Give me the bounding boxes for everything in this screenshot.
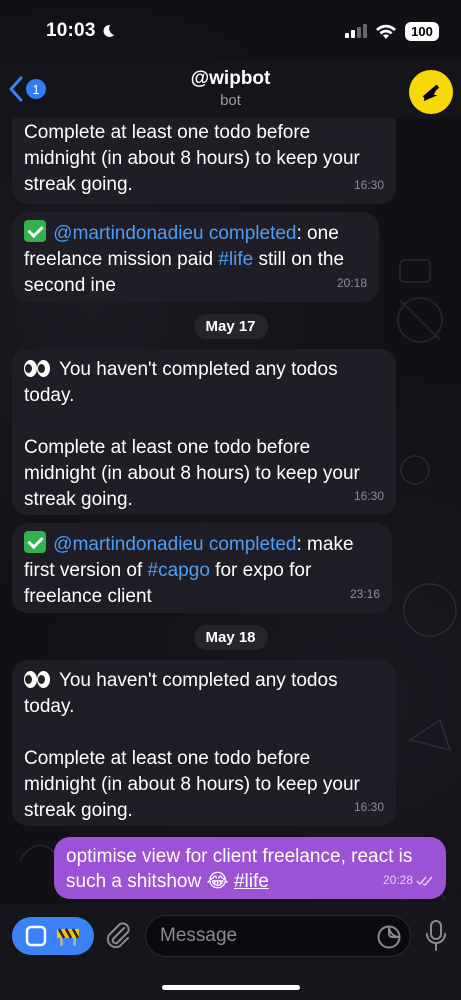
cellular-signal-icon bbox=[345, 24, 367, 38]
message-time: 23:16 bbox=[349, 587, 380, 601]
paperclip-icon[interactable] bbox=[104, 920, 132, 950]
check-mark-icon bbox=[24, 220, 46, 242]
user-mention-link[interactable]: @martindonadieu bbox=[53, 534, 203, 555]
moon-icon bbox=[103, 24, 114, 37]
battery-icon: 100 bbox=[405, 21, 439, 41]
lightning-logo-icon bbox=[422, 84, 440, 101]
chat-title-area[interactable]: @wipbot bot bbox=[0, 68, 461, 109]
chat-title: @wipbot bbox=[190, 68, 271, 89]
sticker-icon[interactable] bbox=[376, 924, 402, 950]
message-bubble[interactable]: Complete at least one todo before midnig… bbox=[12, 108, 396, 204]
message-text: You haven't completed any todos today. bbox=[24, 357, 382, 409]
message-time: 16:30 bbox=[353, 800, 384, 814]
user-mention-link[interactable]: @martindonadieu bbox=[53, 223, 203, 244]
date-separator: May 18 bbox=[193, 625, 268, 650]
message-input[interactable] bbox=[145, 915, 411, 957]
bot-avatar[interactable] bbox=[409, 70, 453, 114]
message-status: 20:28 bbox=[383, 868, 434, 893]
message-time: 16:30 bbox=[353, 489, 384, 503]
message-bubble[interactable]: @martindonadieu completed: one freelance… bbox=[12, 212, 379, 302]
status-icons: 100 bbox=[345, 21, 439, 41]
check-mark-icon bbox=[24, 531, 46, 553]
action-label: completed bbox=[208, 534, 297, 555]
eyes-emoji-icon bbox=[24, 357, 50, 383]
double-check-icon bbox=[416, 876, 433, 886]
message-bubble[interactable]: @martindonadieu completed: make first ve… bbox=[12, 523, 392, 613]
message-line: You haven't completed any todos today. bbox=[24, 359, 338, 406]
outgoing-message-bubble[interactable]: optimise view for client freelance, reac… bbox=[54, 837, 446, 899]
message-text: @martindonadieu completed: make first ve… bbox=[24, 531, 378, 610]
message-time: 20:28 bbox=[382, 873, 413, 887]
microphone-icon[interactable] bbox=[425, 920, 447, 952]
construction-barrier-icon bbox=[57, 928, 80, 946]
chat-header: 1 @wipbot bot bbox=[0, 62, 461, 118]
message-bubble[interactable]: You haven't completed any todos today. C… bbox=[12, 349, 396, 515]
hashtag-link[interactable]: #life bbox=[234, 871, 269, 892]
action-label: completed bbox=[208, 223, 297, 244]
date-separator: May 17 bbox=[193, 314, 268, 339]
hashtag-link[interactable]: #life bbox=[218, 249, 253, 270]
message-line: Complete at least one todo before midnig… bbox=[24, 748, 360, 821]
message-time: 16:30 bbox=[353, 178, 384, 192]
home-indicator[interactable] bbox=[162, 985, 300, 990]
message-line: You haven't completed any todos today. bbox=[24, 670, 338, 717]
status-bar: 10:03 100 bbox=[0, 0, 461, 62]
eyes-emoji-icon bbox=[24, 668, 50, 694]
clock: 10:03 bbox=[46, 20, 116, 42]
message-line: Complete at least one todo before midnig… bbox=[24, 437, 360, 510]
square-icon bbox=[25, 925, 47, 947]
hashtag-link[interactable]: #capgo bbox=[148, 560, 210, 581]
chat-subtitle: bot bbox=[220, 92, 241, 109]
message-bubble[interactable]: You haven't completed any todos today. C… bbox=[12, 660, 396, 826]
wifi-icon bbox=[376, 24, 396, 39]
time-label: 10:03 bbox=[46, 20, 96, 41]
message-text: Complete at least one todo before midnig… bbox=[24, 122, 360, 195]
message-text: You haven't completed any todos today. bbox=[24, 668, 382, 720]
message-time: 20:18 bbox=[336, 276, 367, 290]
bot-menu-button[interactable] bbox=[12, 917, 94, 955]
message-text: @martindonadieu completed: one freelance… bbox=[24, 220, 365, 299]
